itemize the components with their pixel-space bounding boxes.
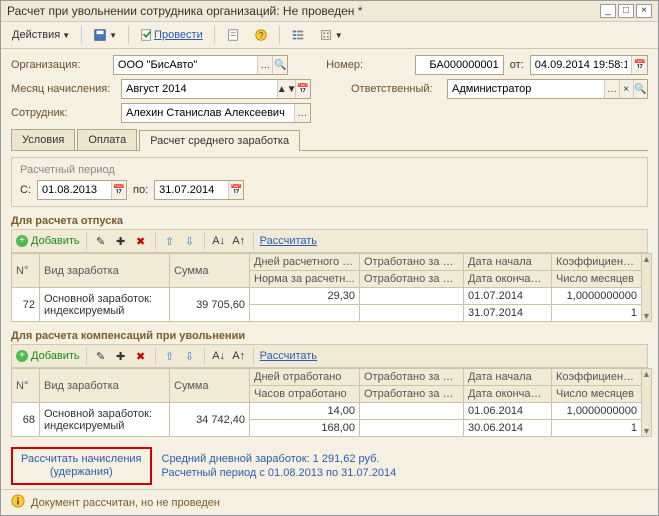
emp-input[interactable] (122, 104, 294, 122)
date-input[interactable] (531, 56, 632, 74)
svg-text:?: ? (258, 31, 263, 41)
emp-select-icon[interactable]: … (294, 104, 310, 122)
actions-menu[interactable]: Действия▼ (7, 26, 75, 44)
period-from-calendar-icon[interactable]: 📅 (111, 181, 126, 199)
table-row[interactable]: 68 Основной заработок: индексируемый 34 … (12, 403, 642, 420)
resp-search-icon[interactable]: 🔍 (633, 80, 647, 98)
recalc-link-2[interactable]: Рассчитать (260, 350, 317, 362)
table-row[interactable]: 72 Основной заработок: индексируемый 39 … (12, 288, 642, 305)
month-label: Месяц начисления: (11, 83, 115, 95)
period-to-calendar-icon[interactable]: 📅 (228, 181, 243, 199)
month-up-down-icon[interactable]: ▲▼ (277, 80, 295, 98)
month-input[interactable] (122, 80, 277, 98)
add-row-button-2[interactable]: +Добавить (16, 350, 80, 362)
delete-icon[interactable]: ✖ (133, 348, 149, 364)
scrollbar[interactable]: ▲▼ (642, 368, 652, 437)
period-from-input[interactable] (38, 181, 111, 199)
edit-icon[interactable]: ✎ (93, 348, 109, 364)
section-comp-title: Для расчета компенсаций при увольнении (11, 330, 648, 342)
vacation-grid[interactable]: N° Вид заработка Сумма Дней расчетного п… (11, 253, 642, 322)
minimize-button[interactable]: _ (600, 4, 616, 18)
emp-label: Сотрудник: (11, 107, 115, 119)
org-select-icon[interactable]: … (257, 56, 272, 74)
sort-asc-icon[interactable]: A↓ (211, 233, 227, 249)
num-label: Номер: (326, 59, 409, 71)
sort-desc-icon[interactable]: A↑ (231, 233, 247, 249)
sort-desc-icon[interactable]: A↑ (231, 348, 247, 364)
close-button[interactable]: × (636, 4, 652, 18)
maximize-button[interactable]: □ (618, 4, 634, 18)
scrollbar[interactable]: ▲▼ (642, 253, 652, 322)
report-icon[interactable] (221, 25, 245, 45)
move-up-icon[interactable]: ⇧ (162, 233, 178, 249)
tab-payment[interactable]: Оплата (77, 129, 137, 150)
move-up-icon[interactable]: ⇧ (162, 348, 178, 364)
resp-clear-icon[interactable]: × (619, 80, 633, 98)
section-vacation-title: Для расчета отпуска (11, 215, 648, 227)
org-input[interactable] (114, 56, 258, 74)
info-icon (11, 494, 25, 511)
month-calendar-icon[interactable]: 📅 (295, 80, 310, 98)
resp-input[interactable] (448, 80, 604, 98)
calc-accruals-button[interactable]: Рассчитать начисления (удержания) (11, 447, 152, 485)
resp-select-icon[interactable]: … (604, 80, 618, 98)
period-to-label: по: (133, 184, 148, 196)
period-to-input[interactable] (155, 181, 228, 199)
period-from-label: С: (20, 184, 31, 196)
period-title: Расчетный период (20, 164, 639, 176)
window-title: Расчет при увольнении сотрудника организ… (7, 4, 598, 18)
sort-asc-icon[interactable]: A↓ (211, 348, 227, 364)
from-label: от: (510, 59, 524, 71)
add-row-button[interactable]: +Добавить (16, 235, 80, 247)
org-label: Организация: (11, 59, 107, 71)
num-input[interactable] (416, 56, 503, 74)
move-down-icon[interactable]: ⇩ (182, 233, 198, 249)
tab-conditions[interactable]: Условия (11, 129, 75, 150)
help-icon[interactable]: ? (249, 25, 273, 45)
comp-grid[interactable]: N° Вид заработка Сумма Дней отработано О… (11, 368, 642, 437)
edit-icon[interactable]: ✎ (93, 233, 109, 249)
recalc-link[interactable]: Рассчитать (260, 235, 317, 247)
provesti-button[interactable]: Провести (135, 25, 208, 45)
tab-avg-calc[interactable]: Расчет среднего заработка (139, 130, 300, 151)
copy-icon[interactable]: ✚ (113, 348, 129, 364)
footer-info: Средний дневной заработок: 1 291,62 руб.… (162, 452, 397, 480)
resp-label: Ответственный: (351, 83, 441, 95)
move-down-icon[interactable]: ⇩ (182, 348, 198, 364)
settings-icon[interactable]: ▼ (314, 25, 348, 45)
save-icon[interactable]: ▼ (88, 25, 122, 45)
tabs: Условия Оплата Расчет среднего заработка (11, 129, 648, 151)
calendar-icon[interactable]: 📅 (631, 56, 647, 74)
list-icon[interactable] (286, 25, 310, 45)
copy-icon[interactable]: ✚ (113, 233, 129, 249)
org-search-icon[interactable]: 🔍 (272, 56, 287, 74)
delete-icon[interactable]: ✖ (133, 233, 149, 249)
